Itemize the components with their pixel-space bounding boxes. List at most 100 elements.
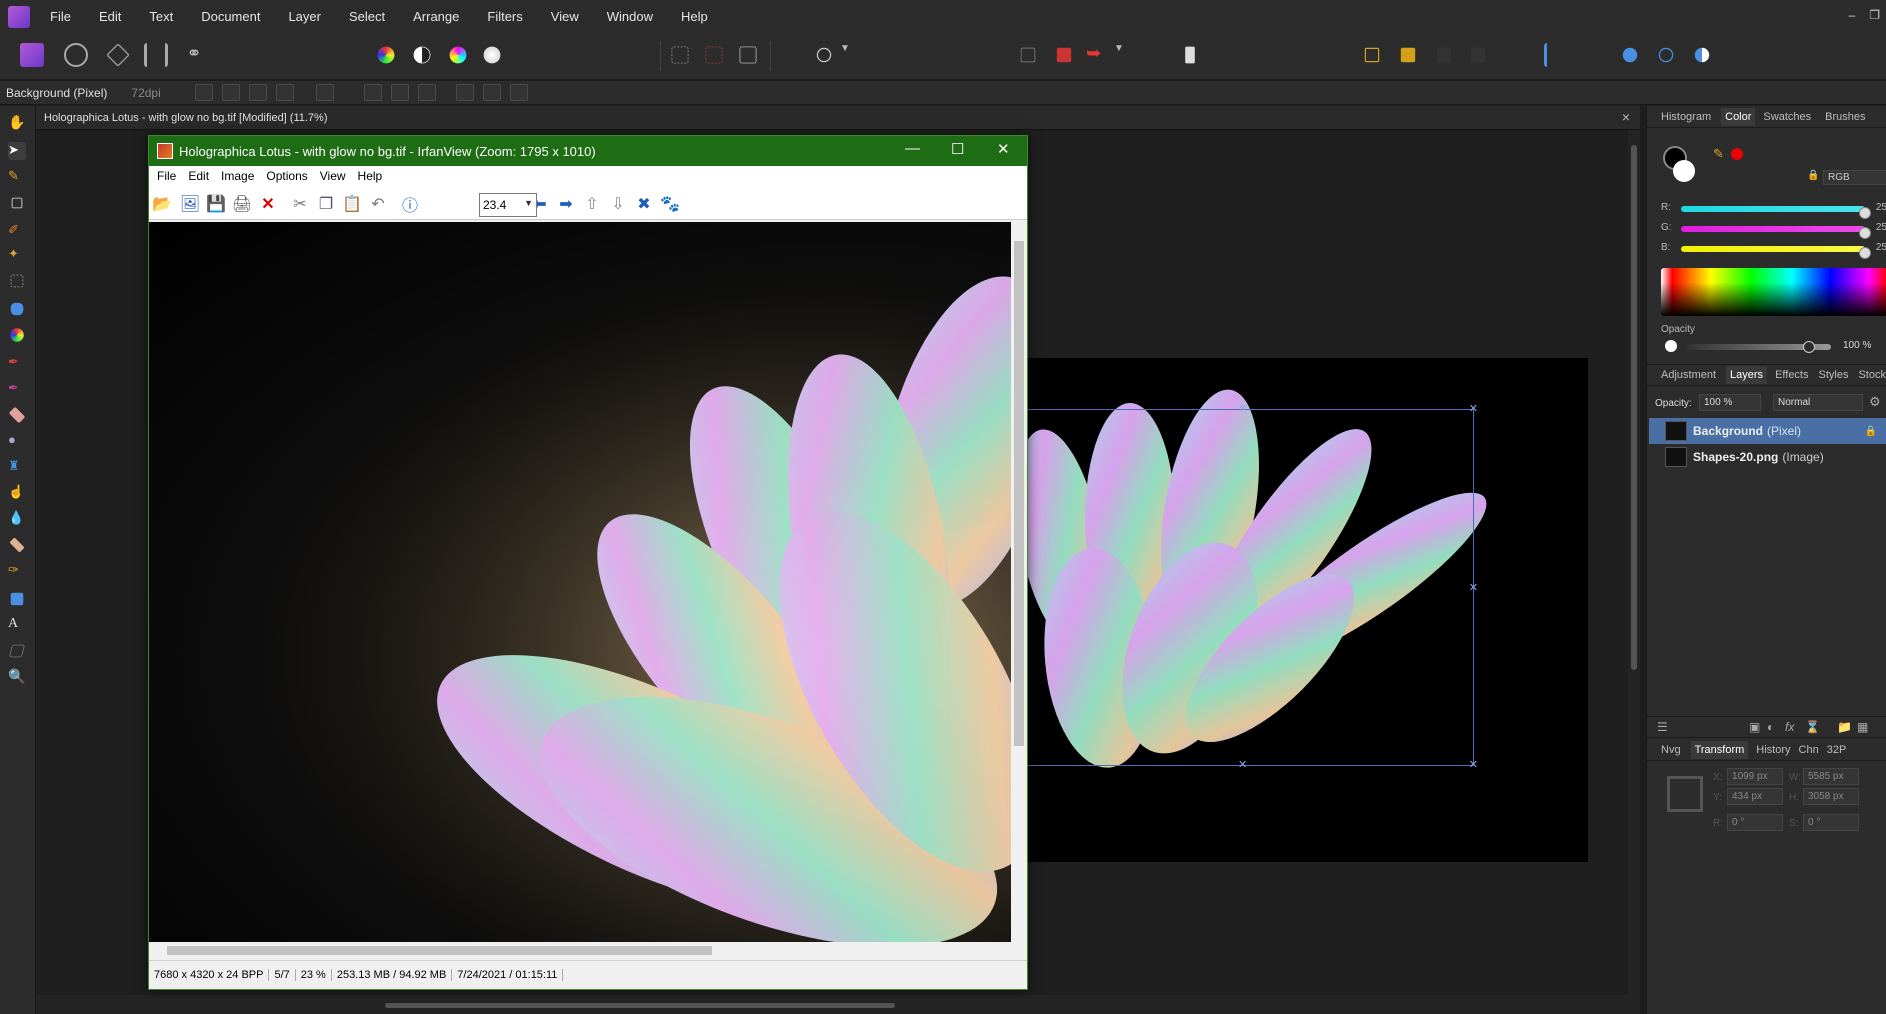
- chevron-down-icon[interactable]: ▼: [840, 43, 864, 67]
- settings-tools-icon[interactable]: ✖: [633, 193, 655, 215]
- arrange-bottom-icon[interactable]: [1470, 47, 1486, 63]
- auto-white-balance-icon[interactable]: [483, 46, 501, 64]
- develop-persona-icon[interactable]: [106, 43, 130, 67]
- menu-document[interactable]: Document: [201, 9, 260, 24]
- hand-tool-icon[interactable]: ✋: [8, 114, 26, 132]
- arrange-front-icon[interactable]: [1436, 47, 1452, 63]
- next-page-icon[interactable]: ⇩: [607, 193, 629, 215]
- menu-view[interactable]: View: [551, 9, 579, 24]
- tab-adjustment[interactable]: Adjustment: [1661, 369, 1716, 381]
- tone-mapping-persona-icon[interactable]: [144, 43, 168, 67]
- chevron-down-icon[interactable]: ▼: [524, 198, 533, 208]
- assistant-grid-icon[interactable]: [1020, 47, 1036, 63]
- layer-settings-gear-icon[interactable]: ⚙: [1869, 394, 1881, 410]
- menu-arrange[interactable]: Arrange: [413, 9, 459, 24]
- secondary-color-swatch[interactable]: [1673, 160, 1695, 182]
- tab-32bit-preview[interactable]: 32P: [1827, 744, 1847, 756]
- align-left-icon[interactable]: [364, 84, 382, 101]
- iv-menu-view[interactable]: View: [320, 169, 346, 183]
- layers-opacity-select[interactable]: 100 %: [1699, 394, 1761, 411]
- close-document-icon[interactable]: ×: [1622, 109, 1630, 125]
- auto-colors-icon[interactable]: [449, 46, 467, 64]
- transform-icon[interactable]: [316, 84, 334, 101]
- dodge-tool-icon[interactable]: ●: [8, 432, 26, 450]
- tab-styles[interactable]: Styles: [1819, 369, 1849, 381]
- tab-effects[interactable]: Effects: [1775, 369, 1808, 381]
- share-icon[interactable]: ⚭: [182, 43, 206, 67]
- magnet-icon[interactable]: ➥: [1086, 43, 1110, 67]
- iv-menu-file[interactable]: File: [157, 169, 176, 183]
- add-shape-icon[interactable]: [1622, 47, 1638, 63]
- paste-icon[interactable]: 📋: [341, 193, 363, 215]
- menu-select[interactable]: Select: [349, 9, 385, 24]
- canvas-horizontal-scroll-thumb[interactable]: [385, 1003, 895, 1008]
- smudge-tool-icon[interactable]: ☝: [8, 484, 26, 502]
- h-field[interactable]: 3058 px: [1803, 788, 1859, 805]
- menu-layer[interactable]: Layer: [288, 9, 321, 24]
- green-track[interactable]: [1681, 226, 1871, 239]
- selection-bounding-box[interactable]: ✕ ✕ ✕ ✕ ✕ ✕: [1008, 404, 1478, 771]
- paint-brush-tool-icon[interactable]: ✒: [8, 354, 26, 372]
- subtract-shape-icon[interactable]: [1658, 47, 1674, 63]
- auto-contrast-icon[interactable]: [413, 46, 431, 64]
- rectangle-tool-icon[interactable]: [10, 592, 24, 606]
- next-image-icon[interactable]: ➡: [555, 193, 577, 215]
- mesh-warp-tool-icon[interactable]: [9, 644, 25, 658]
- move-tool-icon[interactable]: ➤: [8, 142, 26, 160]
- marquee-tool-icon[interactable]: [10, 274, 24, 288]
- assistant-icon[interactable]: [1185, 46, 1195, 64]
- anchor-selector-icon[interactable]: [1667, 776, 1703, 812]
- quick-mask-icon[interactable]: [816, 47, 832, 63]
- tab-history[interactable]: History: [1756, 744, 1790, 756]
- menu-window[interactable]: Window: [607, 9, 653, 24]
- tab-channels[interactable]: Chn: [1799, 744, 1819, 756]
- align-center-icon[interactable]: [391, 84, 409, 101]
- deselect-icon[interactable]: [705, 46, 723, 64]
- fx-icon[interactable]: fx: [1785, 720, 1794, 734]
- print-icon[interactable]: 🖨: [231, 193, 253, 215]
- red-value[interactable]: 25: [1876, 202, 1886, 213]
- color-spectrum[interactable]: [1661, 268, 1886, 316]
- invert-selection-icon[interactable]: [739, 46, 757, 64]
- intersect-shape-icon[interactable]: [1694, 47, 1710, 63]
- open-folder-icon[interactable]: 📂: [151, 193, 173, 215]
- snapping-icon[interactable]: [1056, 47, 1072, 63]
- irfanview-vertical-scroll-thumb[interactable]: [1014, 241, 1024, 746]
- blue-track[interactable]: [1681, 246, 1871, 259]
- slideshow-icon[interactable]: 🖼: [179, 193, 201, 215]
- text-tool-icon[interactable]: A: [8, 616, 26, 634]
- scale-icon[interactable]: [276, 84, 294, 101]
- app-minimize-button[interactable]: –: [1849, 8, 1856, 22]
- crop-tool-icon[interactable]: [11, 197, 23, 209]
- folder-icon[interactable]: 📁: [1837, 720, 1852, 734]
- irfanview-horizontal-scroll-thumb[interactable]: [167, 946, 712, 955]
- zoom-combobox[interactable]: 23.4 ▼: [479, 193, 537, 217]
- lock-icon[interactable]: 🔒: [1807, 170, 1819, 181]
- new-layer-icon[interactable]: ▦: [1857, 720, 1868, 734]
- document-tab[interactable]: Holographica Lotus - with glow no bg.tif…: [36, 106, 1640, 130]
- menu-file[interactable]: File: [50, 9, 71, 24]
- layers-stack-icon[interactable]: ☰: [1657, 720, 1668, 734]
- clone-tool-icon[interactable]: ♜: [8, 458, 26, 476]
- mask-layer-icon[interactable]: ▣: [1749, 720, 1760, 734]
- delete-icon[interactable]: ✕: [257, 193, 279, 215]
- pen-tool-icon[interactable]: ✑: [8, 562, 26, 580]
- red-slider[interactable]: R: 25: [1661, 202, 1886, 219]
- photo-persona-icon[interactable]: [20, 43, 44, 67]
- transform-origin-icon[interactable]: [195, 84, 213, 101]
- resize-handle[interactable]: ✕: [1469, 760, 1478, 771]
- show-bbox-icon[interactable]: [222, 84, 240, 101]
- tab-navigator[interactable]: Nvg: [1661, 744, 1681, 756]
- tab-transform[interactable]: Transform: [1690, 740, 1749, 759]
- shear-field[interactable]: 0 °: [1803, 814, 1859, 831]
- irfanview-maximize-button[interactable]: ☐: [951, 140, 964, 158]
- app-restore-button[interactable]: ❐: [1869, 8, 1880, 22]
- iv-menu-image[interactable]: Image: [221, 169, 254, 183]
- undo-icon[interactable]: ↶: [367, 193, 389, 215]
- irfanview-close-button[interactable]: ✕: [997, 140, 1010, 158]
- iv-menu-edit[interactable]: Edit: [188, 169, 209, 183]
- align-icon[interactable]: [1544, 43, 1568, 67]
- snap-icon[interactable]: [249, 84, 267, 101]
- x-field[interactable]: 1099 px: [1727, 768, 1783, 785]
- auto-levels-icon[interactable]: [377, 46, 395, 64]
